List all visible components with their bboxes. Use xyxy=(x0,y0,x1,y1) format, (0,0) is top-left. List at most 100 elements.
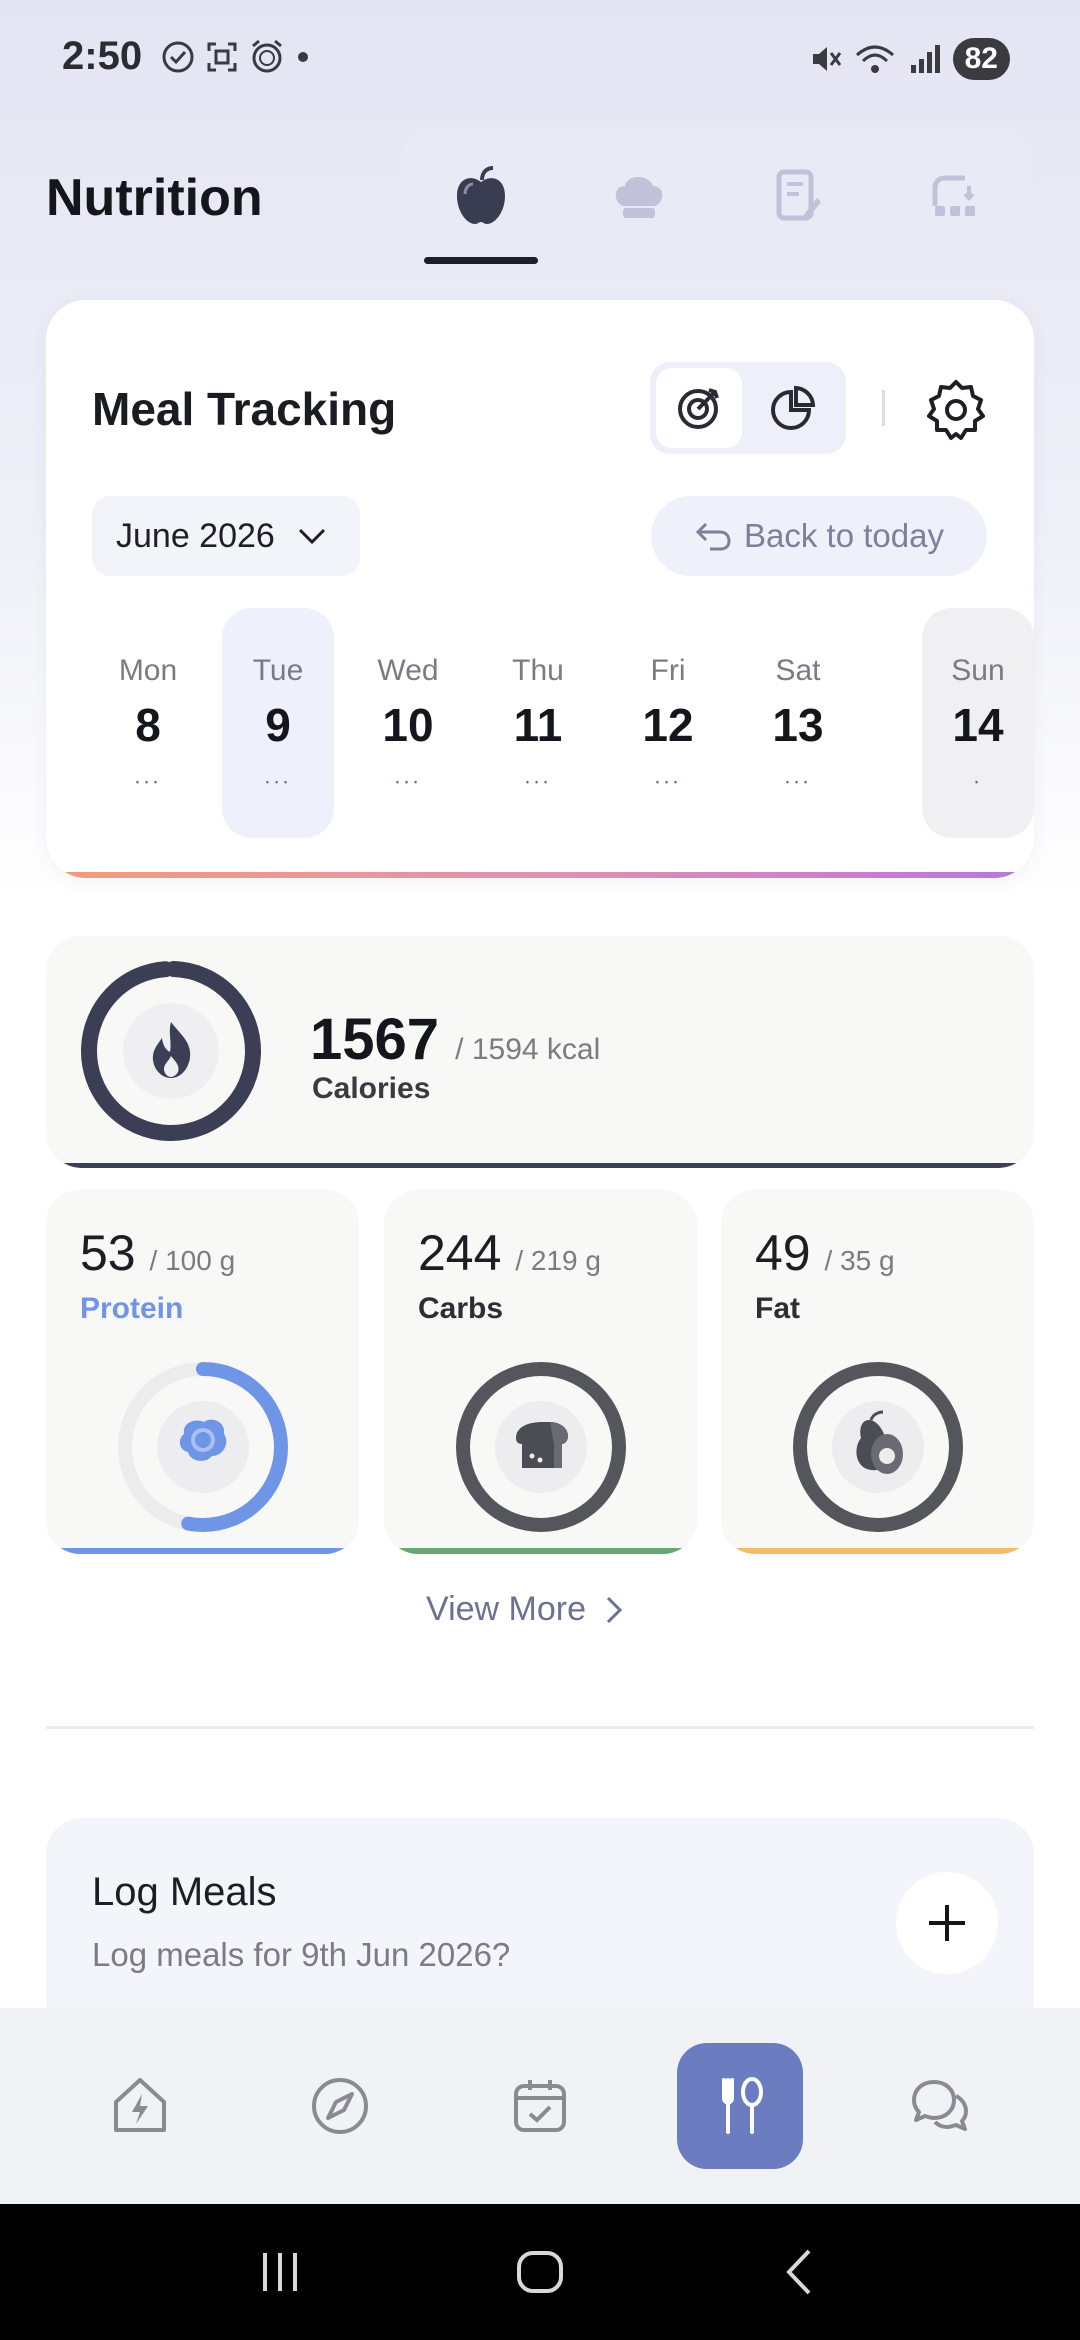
tab-chef[interactable] xyxy=(560,128,718,264)
fat-goal: / 35 g xyxy=(824,1245,895,1276)
macro-value: 53 / 100 g xyxy=(80,1224,235,1282)
meal-dots: ∙∙∙ xyxy=(134,768,162,793)
fat-current: 49 xyxy=(755,1225,811,1281)
calorie-goal: / 1594 kcal xyxy=(455,1033,601,1066)
protein-goal: / 100 g xyxy=(149,1245,236,1276)
meal-dots: ∙∙∙ xyxy=(784,768,812,793)
top-tab-bar xyxy=(402,128,1034,264)
toolbar-divider xyxy=(882,390,885,426)
view-more-label: View More xyxy=(426,1590,586,1628)
calendar-check-icon xyxy=(514,2080,566,2132)
day-sat[interactable]: Sat 13 ∙∙∙ xyxy=(742,608,854,838)
status-notification-icons xyxy=(160,38,312,76)
carbs-current: 244 xyxy=(418,1225,502,1281)
nav-explore[interactable] xyxy=(277,2043,403,2169)
nav-chat[interactable] xyxy=(877,2043,1003,2169)
plus-icon xyxy=(929,1905,965,1941)
pie-chart-icon xyxy=(771,385,816,430)
protein-card[interactable]: 53 / 100 g Protein xyxy=(46,1190,359,1554)
calorie-current: 1567 xyxy=(310,1007,440,1072)
protein-current: 53 xyxy=(80,1225,136,1281)
fat-label: Fat xyxy=(755,1292,800,1325)
meal-dots: ∙∙∙ xyxy=(524,768,552,793)
tracking-settings-button[interactable] xyxy=(916,370,996,450)
log-meals-subtitle: Log meals for 9th Jun 2026? xyxy=(92,1936,511,1973)
back-button[interactable] xyxy=(760,2232,840,2312)
protein-progress-ring xyxy=(118,1362,288,1532)
day-name: Fri xyxy=(650,654,686,687)
month-dropdown[interactable]: June 2026 xyxy=(92,496,360,576)
meal-tracking-card: Meal Tracking June 2026 Back to today Mo… xyxy=(46,300,1034,878)
carbs-label: Carbs xyxy=(418,1292,504,1325)
meal-dots: ∙ xyxy=(973,768,983,793)
day-number: 8 xyxy=(135,699,161,751)
log-meals-title: Log Meals xyxy=(92,1870,277,1914)
status-bar: 2:50 82 xyxy=(0,0,1080,120)
back-to-today-button[interactable]: Back to today xyxy=(651,496,987,576)
carbs-card[interactable]: 244 / 219 g Carbs xyxy=(384,1190,697,1554)
system-nav-bar xyxy=(0,2204,1080,2340)
day-name: Tue xyxy=(252,654,304,687)
goals-view-button[interactable] xyxy=(656,368,742,448)
meal-dots: ∙∙∙ xyxy=(264,768,292,793)
section-divider xyxy=(46,1726,1034,1729)
day-mon[interactable]: Mon 8 ∙∙∙ xyxy=(92,608,204,838)
day-fri[interactable]: Fri 12 ∙∙∙ xyxy=(612,608,724,838)
tab-recipes[interactable] xyxy=(718,128,876,264)
recents-icon xyxy=(263,2253,297,2291)
day-name: Wed xyxy=(377,654,439,687)
gear-icon xyxy=(927,380,985,440)
day-sun[interactable]: Sun 14 ∙ xyxy=(922,608,1034,838)
status-time: 2:50 xyxy=(62,34,143,78)
week-strip: Mon 8 ∙∙∙ Tue 9 ∙∙∙ Wed 10 ∙∙∙ Thu 11 ∙∙… xyxy=(92,608,1034,838)
signal-icon xyxy=(910,45,940,73)
calories-card[interactable]: 1567 / 1594 kcal Calories xyxy=(46,936,1034,1168)
day-wed[interactable]: Wed 10 ∙∙∙ xyxy=(352,608,464,838)
calorie-label: Calories xyxy=(312,1072,431,1105)
apple-icon xyxy=(457,166,505,224)
alarm-icon xyxy=(252,39,282,73)
battery-indicator: 82 xyxy=(952,38,1010,80)
day-name: Mon xyxy=(118,654,178,687)
nav-nutrition[interactable] xyxy=(677,2043,803,2169)
undo-arrow-icon xyxy=(695,522,731,551)
screenshot-icon xyxy=(207,42,237,72)
day-number: 12 xyxy=(642,699,694,751)
chevron-down-icon xyxy=(298,528,325,545)
chat-icon xyxy=(912,2080,968,2131)
check-circle-icon xyxy=(162,41,194,73)
macro-value: 49 / 35 g xyxy=(755,1224,895,1282)
add-meal-button[interactable] xyxy=(896,1872,998,1974)
status-system-icons: 82 xyxy=(807,38,1010,80)
day-name: Thu xyxy=(512,654,564,687)
tab-nutrition[interactable] xyxy=(402,128,560,264)
protein-label: Protein xyxy=(80,1292,184,1325)
recipe-book-icon xyxy=(776,169,821,221)
nav-calendar[interactable] xyxy=(477,2043,603,2169)
macro-value: 244 / 219 g xyxy=(418,1224,601,1282)
day-tue[interactable]: Tue 9 ∙∙∙ xyxy=(222,608,334,838)
home-button[interactable] xyxy=(500,2232,580,2312)
wifi-icon xyxy=(855,45,894,73)
page-title: Nutrition xyxy=(46,169,263,227)
calorie-progress-ring xyxy=(80,961,261,1141)
fat-progress-ring xyxy=(793,1362,963,1532)
nav-home[interactable] xyxy=(77,2043,203,2169)
tab-meal-plan[interactable] xyxy=(876,128,1034,264)
dot-icon xyxy=(298,52,308,62)
back-to-today-label: Back to today xyxy=(744,517,944,554)
day-thu[interactable]: Thu 11 ∙∙∙ xyxy=(482,608,594,838)
month-label: June 2026 xyxy=(116,516,275,555)
home-bolt-icon xyxy=(114,2078,166,2132)
pie-view-button[interactable] xyxy=(750,368,836,448)
compass-icon xyxy=(312,2078,368,2134)
day-number: 13 xyxy=(772,699,824,751)
view-more-link[interactable]: View More xyxy=(426,1590,624,1629)
fat-card[interactable]: 49 / 35 g Fat xyxy=(721,1190,1034,1554)
meal-dots: ∙∙∙ xyxy=(394,768,422,793)
day-name: Sat xyxy=(775,654,821,687)
recents-button[interactable] xyxy=(240,2232,320,2312)
view-toggle xyxy=(650,362,846,454)
meal-tracking-title: Meal Tracking xyxy=(92,383,397,435)
chevron-right-icon xyxy=(606,1596,623,1623)
